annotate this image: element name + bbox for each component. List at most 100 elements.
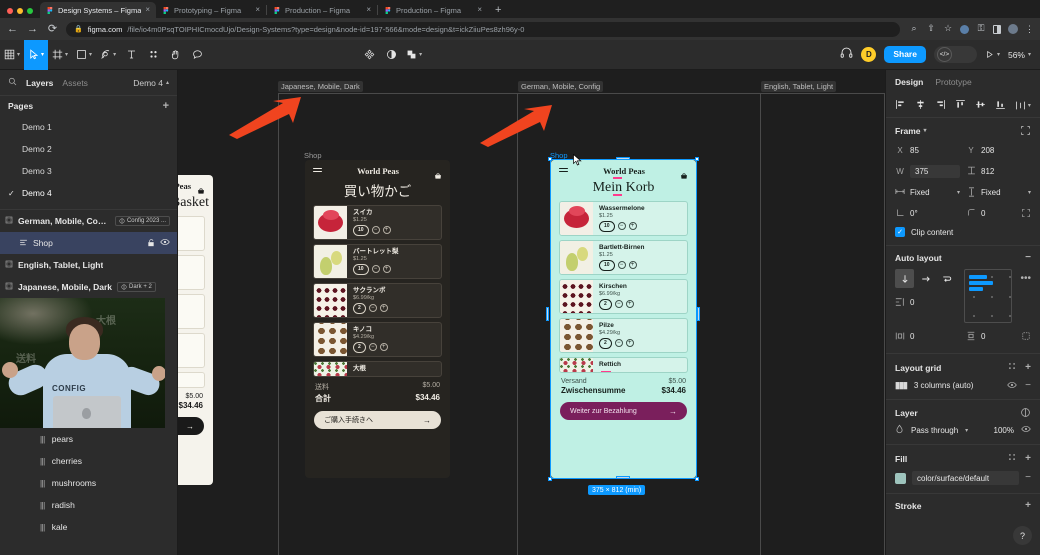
selection-handle-tl[interactable]	[548, 157, 552, 161]
text-tool-button[interactable]	[120, 40, 142, 70]
increment-button[interactable]: +	[383, 226, 391, 234]
more-dots-icon[interactable]: •••	[1020, 274, 1031, 284]
hamburger-menu-icon[interactable]	[559, 168, 568, 174]
question-mark-icon[interactable]: ?	[1013, 526, 1032, 545]
item-qty-controls[interactable]: 2 − +	[353, 303, 441, 314]
increment-button[interactable]: +	[380, 304, 388, 312]
list-item[interactable]: ||| cherries	[0, 450, 178, 472]
increment-button[interactable]: +	[383, 265, 391, 273]
gap-field[interactable]: 0	[895, 294, 956, 311]
extension-circle-icon[interactable]	[960, 25, 969, 34]
add-fill-button[interactable]: +	[1025, 454, 1031, 464]
bookmark-star-icon[interactable]: ☆	[943, 24, 953, 34]
kebab-menu-icon[interactable]: ⋮	[1025, 25, 1034, 34]
selection-handle-right[interactable]	[697, 307, 700, 321]
shopping-bag-icon[interactable]	[680, 167, 688, 175]
status-badge[interactable]: Config 2023 ...	[115, 216, 170, 226]
browser-tab-1[interactable]: Design Systems – Figma ×	[40, 2, 156, 18]
list-item[interactable]: ||| pears	[0, 428, 178, 450]
layout-grid-row[interactable]: ▮▮▮ 3 columns (auto) −	[895, 380, 1031, 391]
apply-variable-icon[interactable]	[1020, 407, 1031, 418]
list-item[interactable]: ||| mushrooms	[0, 472, 178, 494]
forward-arrow-icon[interactable]: →	[26, 24, 39, 35]
grid-style-icon[interactable]	[1007, 361, 1017, 374]
chevron-down-icon[interactable]: ▾	[924, 127, 927, 134]
browser-tab-3[interactable]: Production – Figma ×	[267, 2, 377, 18]
sidebar-page-demo-1[interactable]: Demo 1	[0, 116, 177, 138]
decrement-button[interactable]: −	[618, 222, 626, 230]
alignment-pad[interactable]	[964, 269, 1012, 323]
resize-to-fit-icon[interactable]	[1020, 125, 1031, 136]
list-item[interactable]: melon − +	[178, 216, 205, 251]
fill-color-swatch[interactable]	[895, 473, 906, 484]
presenter-webcam-overlay[interactable]: 送料 合計 大根 CONFIG	[0, 298, 165, 428]
window-traffic-lights[interactable]	[0, 8, 40, 18]
page-selector[interactable]: Demo 4 ▴	[133, 78, 169, 88]
add-page-button[interactable]: +	[163, 101, 169, 112]
tab-assets[interactable]: Assets	[62, 78, 88, 88]
decrement-button[interactable]: −	[372, 265, 380, 273]
puzzle-icon[interactable]: ⚿	[976, 24, 986, 34]
item-qty-controls[interactable]: − +	[178, 353, 204, 361]
item-qty-controls[interactable]: − +	[178, 229, 204, 237]
decrement-button[interactable]: −	[618, 261, 626, 269]
list-item[interactable]: h	[178, 372, 205, 388]
fill-style-name[interactable]: color/surface/default	[912, 471, 1019, 485]
increment-button[interactable]: +	[626, 300, 634, 308]
vertical-flow-icon[interactable]	[895, 269, 914, 288]
decrement-button[interactable]: −	[615, 300, 623, 308]
item-qty-controls[interactable]: 10 − +	[599, 221, 687, 232]
increment-button[interactable]: +	[380, 343, 388, 351]
hamburger-menu-icon[interactable]	[313, 168, 322, 174]
unlock-icon[interactable]	[147, 238, 155, 249]
back-arrow-icon[interactable]: ←	[6, 24, 19, 35]
browser-tab-1-close-icon[interactable]: ×	[145, 6, 150, 14]
dev-mode-switch[interactable]: </>	[934, 46, 977, 63]
clip-content-row[interactable]: ✓ Clip content	[895, 227, 1031, 237]
present-button[interactable]: ▾	[985, 50, 1000, 59]
device-frame-english-tablet-light[interactable]: d Peas Basket melon − +	[178, 175, 213, 485]
zoom-icon[interactable]: ⌕	[909, 24, 919, 34]
quantity-value[interactable]: 2	[353, 342, 366, 353]
quantity-value[interactable]: 2	[599, 299, 612, 310]
eye-icon[interactable]	[1021, 425, 1031, 435]
increment-button[interactable]: +	[629, 261, 637, 269]
horizontal-flow-icon[interactable]	[916, 269, 935, 288]
decrement-button[interactable]: −	[372, 226, 380, 234]
align-top-icon[interactable]	[955, 97, 966, 115]
shape-tool-button[interactable]: ▾	[72, 40, 96, 70]
selection-handle-left[interactable]	[546, 307, 549, 321]
item-qty-controls[interactable]: 10 − +	[353, 225, 441, 236]
sidepanel-icon[interactable]	[993, 25, 1001, 34]
fill-row[interactable]: color/surface/default −	[895, 471, 1031, 485]
layer-row-english-tablet-light[interactable]: English, Tablet, Light	[0, 254, 177, 276]
list-item[interactable]: ||| radish	[0, 494, 178, 516]
height-field[interactable]: 812	[966, 163, 1031, 180]
corner-radius-field[interactable]: 0	[966, 205, 1031, 222]
x-field[interactable]: X 85	[895, 142, 960, 159]
item-qty-controls[interactable]: − +	[178, 314, 204, 322]
list-item[interactable]: rooms kg − +	[178, 333, 205, 368]
figma-canvas[interactable]: Japanese, Mobile, Dark German, Mobile, C…	[178, 70, 885, 555]
quantity-value[interactable]: 2	[599, 338, 612, 349]
browser-tab-2[interactable]: Prototyping – Figma ×	[156, 2, 266, 18]
checkout-button[interactable]: ご購入手続きへ →	[314, 411, 441, 429]
list-item[interactable]: Bartlett-Birnen $1.25 10 − +	[559, 240, 688, 275]
rotation-field[interactable]: 0°	[895, 205, 960, 222]
contrast-tool-button[interactable]	[380, 40, 402, 70]
decrement-button[interactable]: −	[615, 339, 623, 347]
distribute-more-icon[interactable]: ▾	[1015, 100, 1031, 111]
advanced-layout-icon[interactable]	[1021, 331, 1031, 343]
device-frame-japanese-mobile-dark[interactable]: World Peas 買い物かご スイカ $1.25 10	[305, 160, 450, 478]
share-button[interactable]: Share	[884, 46, 926, 63]
tab-design[interactable]: Design	[895, 77, 923, 87]
list-item[interactable]: Wassermelone $1.25 10 − +	[559, 201, 688, 236]
list-item[interactable]: サクランボ $6.99/kg 2 − +	[313, 283, 442, 318]
add-stroke-button[interactable]: +	[1025, 501, 1031, 511]
checkout-button[interactable]: ment →	[178, 417, 204, 435]
browser-tab-3-close-icon[interactable]: ×	[366, 6, 371, 14]
quantity-value[interactable]: 10	[599, 260, 615, 271]
align-bottom-icon[interactable]	[995, 97, 1006, 115]
avatar[interactable]: D	[861, 47, 876, 62]
horizontal-resizing-field[interactable]: Fixed ▾	[895, 184, 960, 201]
